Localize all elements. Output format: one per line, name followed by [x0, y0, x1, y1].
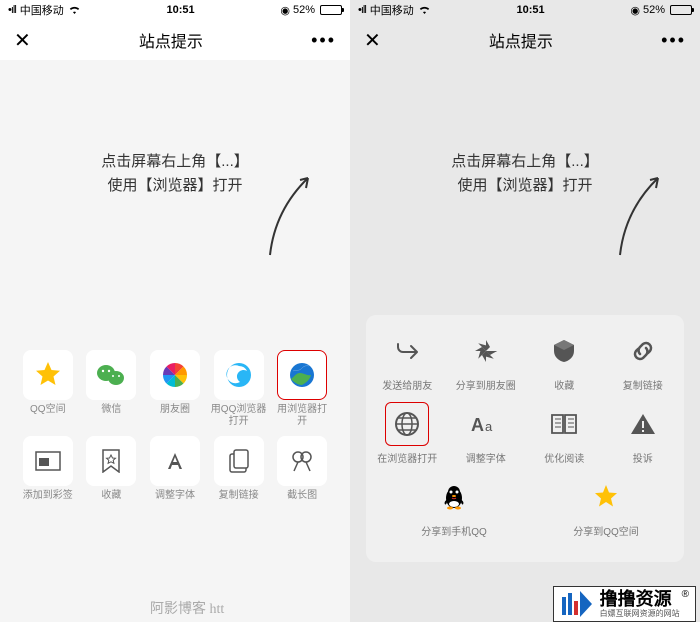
share-moments[interactable]: 朋友圈 [147, 350, 203, 428]
copy-link[interactable]: 复制链接 [608, 329, 679, 392]
favorite[interactable]: 收藏 [529, 329, 600, 392]
battery-icon [318, 5, 342, 15]
copy-link[interactable]: 复制链接 [211, 436, 267, 514]
wifi-icon [418, 5, 431, 15]
open-in-browser[interactable]: 在浏览器打开 [372, 402, 443, 465]
add-to-tag[interactable]: 添加到彩签 [20, 436, 76, 514]
status-time: 10:51 [517, 4, 545, 16]
carrier-label: 中国移动 [20, 2, 64, 18]
favorite[interactable]: 收藏 [84, 436, 140, 514]
nav-bar: ✕ 站点提示 ••• [350, 20, 700, 60]
more-button[interactable]: ••• [311, 30, 336, 51]
signal-icon: •ıll [8, 4, 16, 16]
registered-icon: ® [682, 589, 689, 600]
share-qzone[interactable]: 分享到QQ空间 [570, 475, 642, 538]
more-button[interactable]: ••• [661, 30, 686, 51]
svg-text:A: A [471, 415, 484, 435]
battery-pct: 52% [293, 4, 315, 16]
long-screenshot[interactable]: 截长图 [274, 436, 330, 514]
alarm-icon: ◉ [630, 4, 640, 17]
arrow-hint-icon [610, 170, 670, 260]
share-qzone[interactable]: QQ空间 [20, 350, 76, 428]
share-qq[interactable]: 分享到手机QQ [418, 475, 490, 538]
adjust-font[interactable]: Aa调整字体 [451, 402, 522, 465]
open-browser[interactable]: 用浏览器打开 [274, 350, 330, 428]
send-to-friend[interactable]: 发送给朋友 [372, 329, 443, 392]
open-qqbrowser[interactable]: 用QQ浏览器打开 [211, 350, 267, 428]
action-sheet: 发送给朋友 分享到朋友圈 收藏 复制链接 在浏览器打开 Aa调整字体 优化阅读 … [366, 315, 684, 562]
report[interactable]: 投诉 [608, 402, 679, 465]
status-time: 10:51 [167, 4, 195, 16]
share-sheet: QQ空间 微信 朋友圈 用QQ浏览器打开 用浏览器打开 添加到彩签 收藏 调整字… [0, 350, 350, 522]
status-bar: •ıll 中国移动 10:51 ◉ 52% [350, 0, 700, 20]
wifi-icon [68, 5, 81, 15]
svg-text:a: a [485, 419, 493, 434]
logo-icon [560, 589, 594, 619]
screen-right: •ıll 中国移动 10:51 ◉ 52% ✕ 站点提示 ••• 点击屏幕右上角… [350, 0, 700, 622]
alarm-icon: ◉ [280, 4, 290, 17]
page-title: 站点提示 [139, 28, 203, 52]
watermark-title: 撸撸资源 [600, 590, 680, 610]
page-title: 站点提示 [489, 28, 553, 52]
screen-left: •ıll 中国移动 10:51 ◉ 52% ✕ 站点提示 ••• 点击屏幕右上角… [0, 0, 350, 622]
close-button[interactable]: ✕ [364, 28, 381, 53]
battery-icon [668, 5, 692, 15]
watermark-text: 阿影博客 htt [150, 598, 224, 618]
share-wechat[interactable]: 微信 [84, 350, 140, 428]
signal-icon: •ıll [358, 4, 366, 16]
close-button[interactable]: ✕ [14, 28, 31, 53]
adjust-font[interactable]: 调整字体 [147, 436, 203, 514]
battery-pct: 52% [643, 4, 665, 16]
status-bar: •ıll 中国移动 10:51 ◉ 52% [0, 0, 350, 20]
share-moments[interactable]: 分享到朋友圈 [451, 329, 522, 392]
watermark-subtitle: 白嫖互联网资源的网站 [600, 610, 680, 619]
reader-mode[interactable]: 优化阅读 [529, 402, 600, 465]
arrow-hint-icon [260, 170, 320, 260]
watermark-logo: 撸撸资源 白嫖互联网资源的网站 ® [553, 586, 696, 622]
nav-bar: ✕ 站点提示 ••• [0, 20, 350, 60]
carrier-label: 中国移动 [370, 2, 414, 18]
